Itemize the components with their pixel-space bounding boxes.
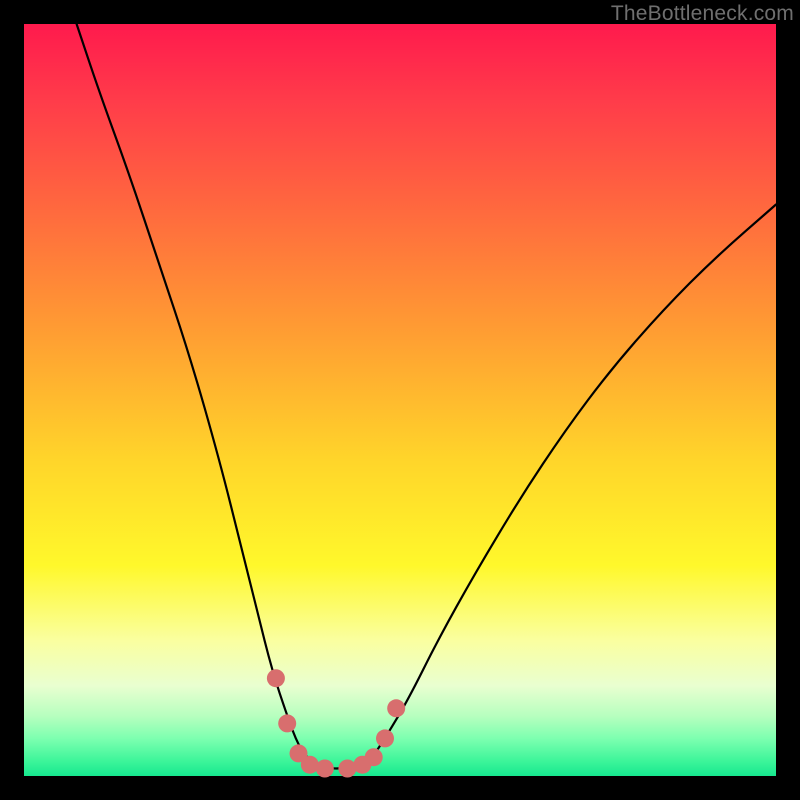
chart-svg (24, 24, 776, 776)
chart-plot-area (24, 24, 776, 776)
sweet-spot-marker (365, 748, 383, 766)
sweet-spot-marker (301, 756, 319, 774)
sweet-spot-marker (338, 760, 356, 778)
sweet-spot-marker (267, 669, 285, 687)
attribution-text: TheBottleneck.com (611, 2, 794, 26)
sweet-spot-markers (267, 669, 405, 777)
sweet-spot-marker (278, 714, 296, 732)
chart-frame: TheBottleneck.com (0, 0, 800, 800)
sweet-spot-marker (387, 699, 405, 717)
sweet-spot-marker (376, 729, 394, 747)
bottleneck-curve (77, 24, 776, 769)
sweet-spot-marker (316, 760, 334, 778)
